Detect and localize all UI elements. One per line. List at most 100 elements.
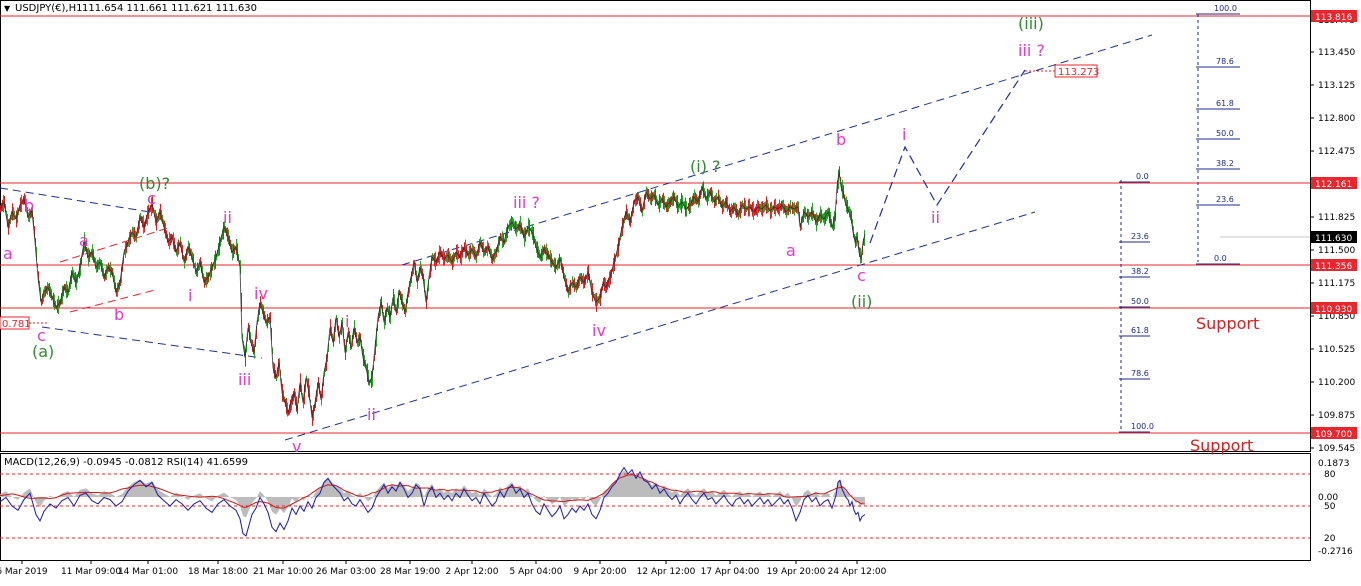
chart-svg[interactable]: ▼ USDJPY(€),H1 111.654 111.661 111.621 1…: [0, 0, 1361, 582]
wave-label: (i) ?: [690, 157, 721, 176]
rsi-tick-label: 20: [1324, 534, 1336, 544]
level-tag-label: 109.700: [1315, 430, 1352, 440]
fib-left-label: 0.0: [1136, 172, 1149, 181]
y-tick-label: 113.125: [1318, 81, 1355, 91]
x-tick-label: 18 Mar 18:00: [188, 567, 248, 577]
wave-label: b: [836, 130, 846, 149]
fib-left-label: 61.8: [1131, 326, 1149, 335]
macd-tick-label: -0.2716: [1318, 547, 1353, 557]
wave-label: iv: [592, 321, 606, 340]
level-tag-label: 112.161: [1315, 180, 1352, 190]
fib-left-label: 38.2: [1131, 267, 1149, 276]
fib-right-label: 50.0: [1216, 129, 1234, 138]
x-tick-label: 2 Apr 12:00: [446, 567, 499, 577]
y-tick-label: 112.475: [1318, 147, 1355, 157]
x-tick-label: 6 Mar 2019: [0, 567, 48, 577]
y-tick-label: 109.875: [1318, 411, 1355, 421]
fib-right-label: 100.0: [1214, 4, 1237, 13]
fib-right-label: 23.6: [1216, 195, 1234, 204]
support-label: Support: [1190, 436, 1253, 455]
y-tick-label: 111.175: [1318, 279, 1355, 289]
y-tick-label: 113.450: [1318, 48, 1355, 58]
indicator-title: MACD(12,26,9) -0.0945 -0.0812 RSI(14) 41…: [4, 457, 248, 468]
wave-label: iii ?: [1018, 41, 1045, 60]
y-tick-label: 111.825: [1318, 213, 1355, 223]
ohlc-text: 111.654 111.661 111.621 111.630: [82, 3, 257, 14]
macd-tick-label: 0.1873: [1318, 459, 1350, 469]
indicator-panel-frame: [0, 453, 1311, 561]
indicator-layer: 0.18730.00-0.2716805020: [0, 459, 1353, 557]
x-tick-label: 26 Mar 03:00: [316, 567, 376, 577]
support-label: Support: [1196, 314, 1259, 333]
wave-label: v: [292, 437, 301, 456]
wave-label: (iii): [1018, 14, 1044, 33]
projection-path[interactable]: [869, 69, 1026, 244]
rsi-tick-label: 50: [1324, 502, 1336, 512]
wave-label: a: [786, 241, 796, 260]
time-axis: 6 Mar 2019 11 Mar 09:0014 Mar 01:00 18 Mar…: [0, 560, 887, 577]
wave-label: b: [114, 305, 124, 324]
left-level-label: 0.781: [2, 319, 31, 330]
wave-label: iii ?: [513, 193, 540, 212]
wave-label: (ii): [851, 292, 872, 311]
price-axis: 113.475113.450113.125112.800112.475112.1…: [1310, 10, 1357, 454]
current-price-label: 111.630: [1315, 234, 1352, 244]
y-tick-label: 112.800: [1318, 114, 1355, 124]
chart-menu-arrow[interactable]: ▼: [4, 4, 11, 13]
horizontal-levels: 0.781 113.273: [0, 15, 1310, 434]
wave-label: b: [24, 196, 34, 215]
fib-left-label: 23.6: [1131, 232, 1149, 241]
x-tick-label: 9 Apr 20:00: [574, 567, 627, 577]
wave-label: ii: [367, 405, 376, 424]
x-tick-label: 5 Apr 04:00: [510, 567, 563, 577]
y-tick-label: 110.525: [1318, 345, 1355, 355]
fib-right-label: 38.2: [1216, 159, 1234, 168]
x-tick-label: 11 Mar 09:00: [61, 567, 121, 577]
wave-label: c: [857, 266, 866, 285]
y-tick-label: 109.545: [1318, 444, 1355, 454]
channel-line[interactable]: [284, 211, 1036, 441]
x-tick-label: 19 Apr 20:00: [767, 567, 826, 577]
level-tag-label: 111.356: [1315, 262, 1352, 272]
wave-label: iv: [254, 284, 268, 303]
fib-left-label: 50.0: [1131, 297, 1149, 306]
price-series: [0, 166, 866, 426]
channel-line[interactable]: [401, 34, 1153, 266]
wave-label: a: [79, 231, 89, 250]
x-tick-label: 17 Apr 04:00: [701, 567, 760, 577]
fibonacci-layer: 0.0 23.6 38.2 50.0 61.8 78.6 100.0 100.0 78.6 61.…: [1119, 4, 1240, 433]
x-tick-label: 12 Apr 12:00: [637, 567, 696, 577]
wave-label: iii: [238, 370, 251, 389]
wave-label: i: [188, 286, 192, 305]
channel-line[interactable]: [59, 227, 169, 263]
wave-label: i: [345, 312, 349, 331]
y-tick-label: 111.500: [1318, 246, 1355, 256]
channel-line[interactable]: [69, 289, 156, 313]
x-tick-label: 14 Mar 01:00: [118, 567, 178, 577]
x-tick-label: 28 Mar 19:00: [380, 567, 440, 577]
rsi-tick-label: 80: [1324, 470, 1336, 480]
fib-right-label: 61.8: [1216, 99, 1234, 108]
y-tick-label: 110.200: [1318, 378, 1355, 388]
wave-label: ii: [931, 208, 940, 227]
x-tick-label: 24 Apr 12:00: [828, 567, 887, 577]
level-tag-label: 113.816: [1315, 13, 1352, 23]
rsi-line: [0, 466, 866, 537]
wave-label: i: [902, 125, 906, 144]
channel-line[interactable]: [41, 326, 263, 359]
wave-label: ii: [223, 208, 232, 227]
macd-histogram: [0, 470, 865, 518]
main-panel-frame: [0, 0, 1311, 452]
fib-left-label: 78.6: [1131, 369, 1149, 378]
wave-label: (a): [32, 342, 54, 361]
symbol-text: USDJPY(€),H1: [15, 3, 82, 14]
wave-label: (b)?: [139, 174, 170, 193]
target-label: 113.273: [1058, 67, 1099, 78]
x-tick-label: 21 Mar 10:00: [253, 567, 313, 577]
fib-right-label: 0.0: [1214, 254, 1227, 263]
wave-label: a: [3, 244, 13, 263]
chart-root: ▼ USDJPY(€),H1 111.654 111.661 111.621 1…: [0, 0, 1361, 582]
fib-left-label: 100.0: [1131, 422, 1154, 431]
wave-labels: abc(a)abc(b)?iiiiiiivviiiiii ?iv(i) ?abc…: [3, 14, 1259, 456]
level-tag-label: 110.930: [1315, 305, 1352, 315]
